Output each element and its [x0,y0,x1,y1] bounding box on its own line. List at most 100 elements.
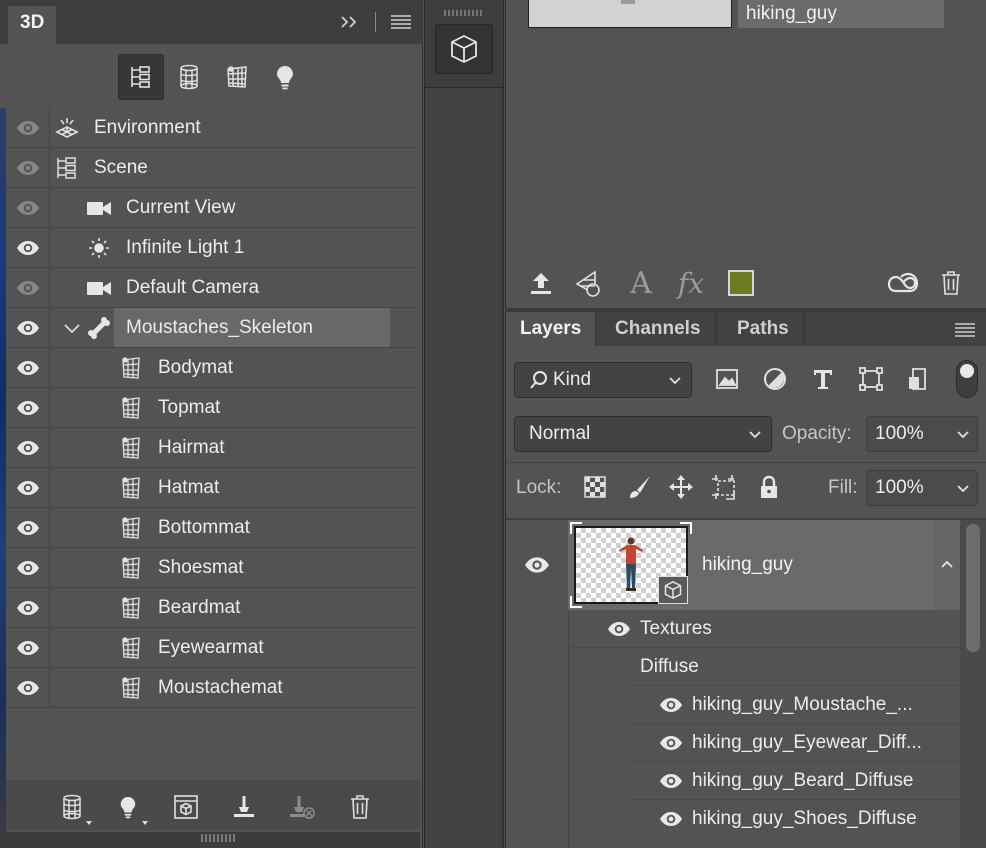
chevron-down-icon[interactable] [955,426,971,442]
mesh-thumbnail[interactable] [528,0,732,28]
panel-resize-bar[interactable] [6,832,420,848]
tab-3d[interactable]: 3D [8,6,57,44]
pixel-layer-filter[interactable] [714,366,740,392]
visibility-toggle[interactable] [6,548,50,587]
visibility-toggle[interactable] [6,148,50,187]
visibility-toggle[interactable] [6,588,50,627]
color-swatch[interactable] [728,270,754,296]
tree-row-default-camera[interactable]: Default Camera [6,268,420,308]
adjustment-layer-filter[interactable] [762,366,788,392]
visibility-toggle[interactable] [6,388,50,427]
diffuse-group-row[interactable]: Diffuse [630,648,960,686]
tree-row-label: Topmat [158,397,221,418]
lock-artboard-button[interactable] [712,474,738,500]
remove-from-ground-button[interactable] [288,793,316,821]
delete-button[interactable] [936,268,966,298]
tree-row-moustaches-skeleton[interactable]: Moustaches_Skeleton [6,308,420,348]
tree-row-current-view[interactable]: Current View [6,188,420,228]
layer-thumbnail[interactable] [570,522,692,608]
eye-icon[interactable] [606,619,632,639]
tree-row-label: Current View [126,197,236,218]
tree-row-hairmat[interactable]: Hairmat [6,428,420,468]
chevron-down-icon[interactable] [955,480,971,496]
tree-row-beardmat[interactable]: Beardmat [6,588,420,628]
layers-scrollbar[interactable] [960,520,986,848]
add-mesh-button[interactable] [58,793,92,825]
tree-row-shoesmat[interactable]: Shoesmat [6,548,420,588]
panel-menu-icon[interactable] [954,322,976,338]
eye-icon[interactable] [658,771,684,791]
collapse-layer-effects[interactable] [934,520,960,610]
visibility-toggle[interactable] [6,308,50,347]
fx-button[interactable]: fx [676,267,706,300]
collapsed-panel-dock [424,0,504,848]
tree-row-bottommat[interactable]: Bottommat [6,508,420,548]
texture-row[interactable]: hiking_guy_Eyewear_Diff... [630,724,960,762]
opacity-field[interactable]: 100% [866,416,978,452]
layer-name-field[interactable]: hiking_guy [738,0,944,28]
visibility-toggle[interactable] [6,188,50,227]
tree-row-scene[interactable]: Scene [6,148,420,188]
filter-toggle[interactable] [956,360,978,398]
render-button[interactable] [172,793,200,821]
lock-all-button[interactable] [756,474,782,500]
textures-row[interactable]: Textures [568,610,960,648]
type-layer-filter[interactable] [810,366,836,392]
cc-libraries-button[interactable] [887,268,919,298]
layer-visibility-toggle[interactable] [506,520,568,610]
texture-row[interactable]: hiking_guy_Shoes_Diffuse [630,800,960,838]
whole-scene-filter-button[interactable] [118,54,164,100]
lock-position-button[interactable] [668,474,694,500]
tree-row-environment[interactable]: Environment [6,108,420,148]
material-icon [118,675,144,701]
visibility-toggle[interactable] [6,628,50,667]
text-button[interactable]: A [626,266,656,301]
blend-mode-dropdown[interactable]: Normal [514,416,772,452]
visibility-toggle[interactable] [6,668,50,707]
visibility-toggle[interactable] [6,348,50,387]
materials-filter-button[interactable] [214,54,260,100]
tab-channels[interactable]: Channels [601,312,716,346]
eye-icon[interactable] [658,809,684,829]
tree-row-eyewearmat[interactable]: Eyewearmat [6,628,420,668]
shape-layer-filter[interactable] [858,366,884,392]
add-light-button[interactable] [114,793,148,825]
visibility-toggle[interactable] [6,228,50,267]
tree-row-topmat[interactable]: Topmat [6,388,420,428]
tab-paths[interactable]: Paths [723,312,804,346]
filter-kind-dropdown[interactable]: Kind [514,362,692,398]
texture-row[interactable]: hiking_guy_Moustache_... [630,686,960,724]
lock-transparent-pixels-button[interactable] [582,474,608,500]
visibility-toggle[interactable] [6,468,50,507]
tree-row-moustachemat[interactable]: Moustachemat [6,668,420,708]
tree-row-hatmat[interactable]: Hatmat [6,468,420,508]
panel-menu-icon[interactable] [390,14,412,30]
visibility-toggle[interactable] [6,508,50,547]
texture-row[interactable]: hiking_guy_Beard_Diffuse [630,762,960,800]
visibility-toggle[interactable] [6,108,50,147]
chevron-down-icon[interactable] [62,318,82,338]
visibility-toggle[interactable] [6,268,50,307]
layer-name[interactable]: hiking_guy [702,520,793,610]
dock-grip[interactable] [444,10,484,16]
layer-row[interactable]: hiking_guy [506,520,960,610]
drop-to-ground-button[interactable] [230,793,258,821]
lights-filter-button[interactable] [262,54,308,100]
fill-field[interactable]: 100% [866,470,978,506]
export-button[interactable] [526,268,556,298]
smart-object-filter[interactable] [906,366,932,392]
3d-panel-dock-button[interactable] [435,24,493,74]
delete-button[interactable] [346,793,374,821]
eye-icon[interactable] [658,695,684,715]
paint-on-target-button[interactable] [575,268,606,298]
scrollbar-thumb[interactable] [966,524,980,652]
eye-icon[interactable] [658,733,684,753]
tree-row-infinite-light[interactable]: Infinite Light 1 [6,228,420,268]
meshes-filter-button[interactable] [166,54,212,100]
visibility-toggle[interactable] [6,428,50,467]
resize-grip[interactable] [201,834,237,842]
tree-row-bodymat[interactable]: Bodymat [6,348,420,388]
lock-image-pixels-button[interactable] [626,474,652,500]
tab-layers[interactable]: Layers [506,312,597,346]
collapse-panel-icon[interactable] [338,10,362,34]
